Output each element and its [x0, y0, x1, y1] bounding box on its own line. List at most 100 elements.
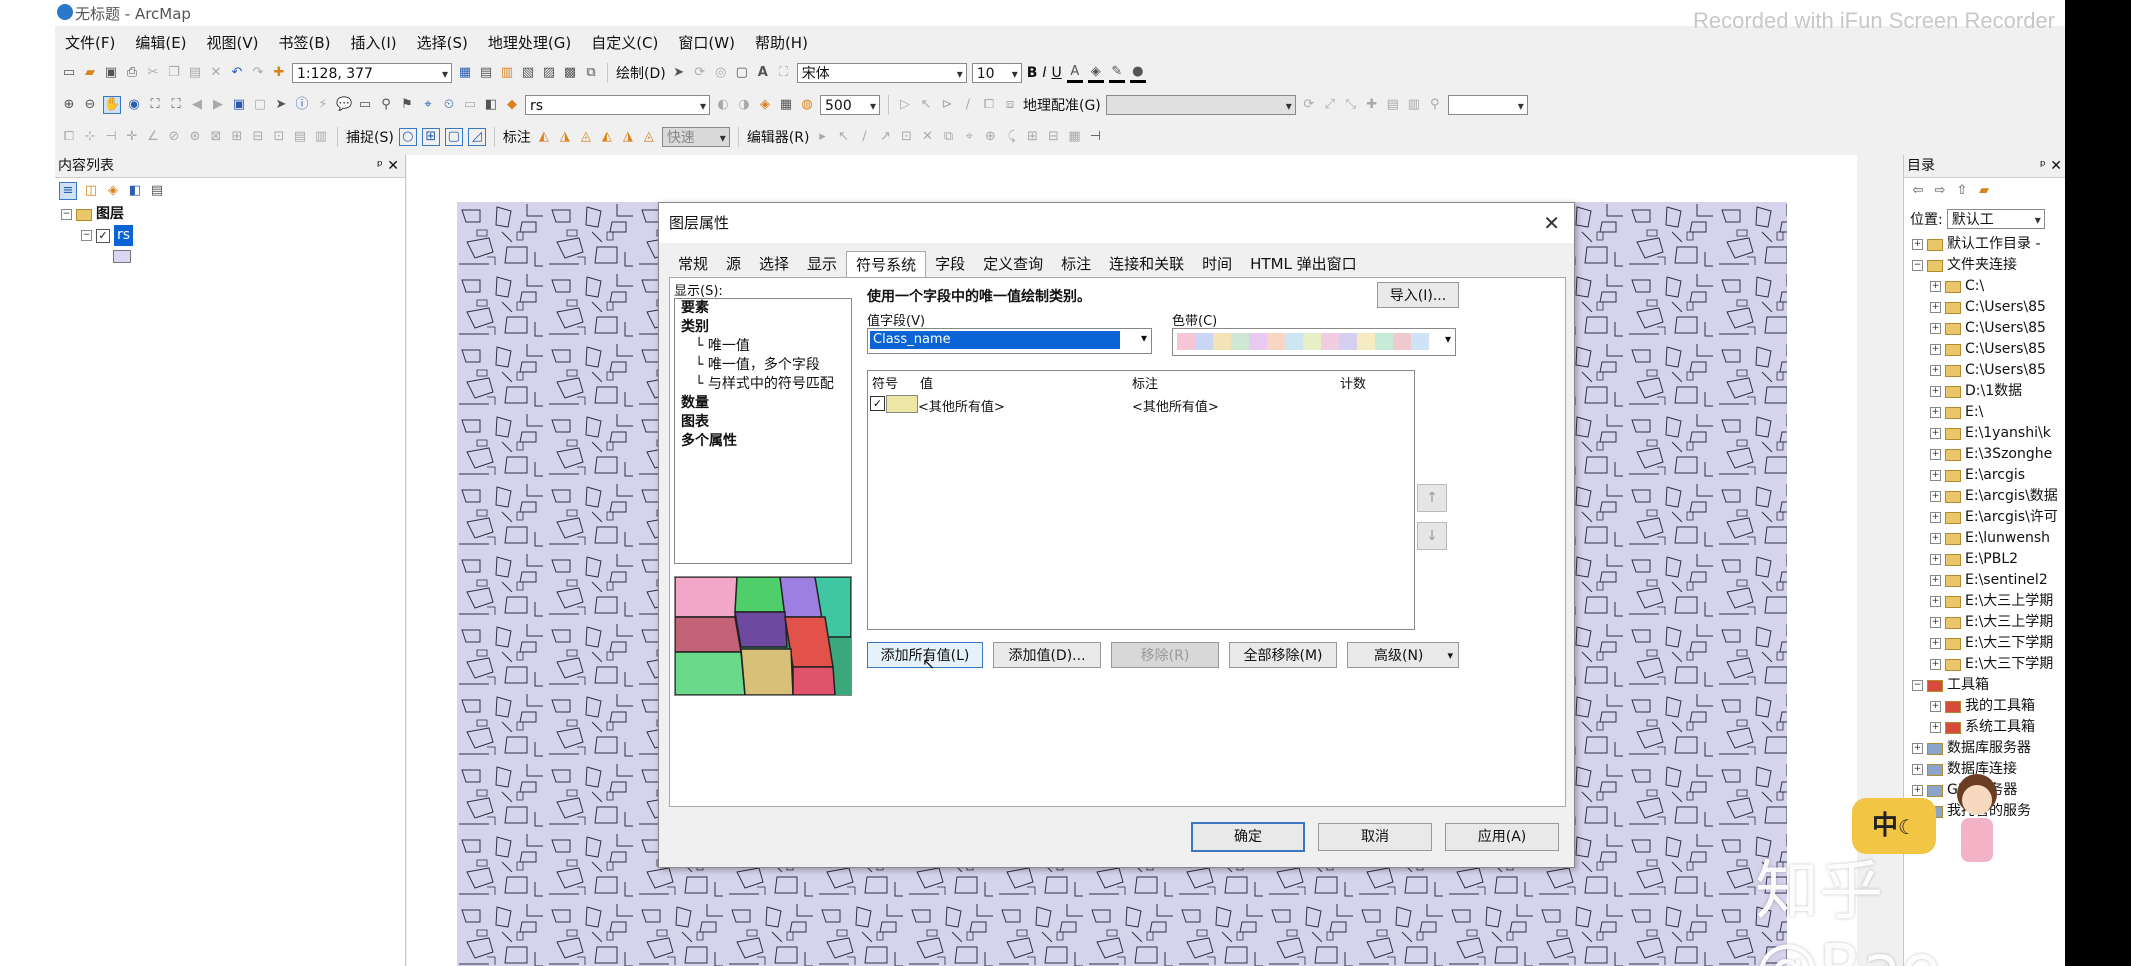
location-combo[interactable]: 默认工 [1946, 209, 2045, 230]
edit-tool-11-icon[interactable]: ⊡ [271, 129, 287, 145]
expand-toggle-icon[interactable]: + [1930, 470, 1941, 481]
html-popup-icon[interactable]: 💬 [336, 97, 352, 113]
georef-tool-5-icon[interactable]: ⧠ [981, 97, 997, 113]
tab-symbology[interactable]: 符号系统 [846, 251, 927, 277]
edit-tool-10-icon[interactable]: ⊟ [250, 129, 266, 145]
value-field-combo[interactable]: Class_name ▾ [867, 328, 1152, 354]
catalog-item[interactable]: + C:\Users\85 [1908, 360, 2065, 381]
edit-tool-6-icon[interactable]: ⊘ [166, 129, 182, 145]
tab-display[interactable]: 显示 [798, 251, 846, 277]
zoom-out-icon[interactable]: ⊖ [82, 97, 98, 113]
catalog-item[interactable]: − 文件夹连接 [1908, 255, 2065, 276]
quick-style-combo[interactable]: 快速 [661, 127, 730, 148]
print-icon[interactable]: ⎙ [124, 65, 140, 81]
fixed-zoom-out-icon[interactable]: ⛶ [168, 97, 184, 113]
menu-help[interactable]: 帮助(H) [755, 32, 808, 53]
add-control-points-icon[interactable]: ✚ [1364, 97, 1380, 113]
fill-color-icon[interactable]: ◈ [1087, 64, 1104, 83]
list-by-source-icon[interactable]: ◫ [83, 183, 99, 199]
resolution-icon[interactable]: ◍ [799, 97, 815, 113]
edit-tool-12-icon[interactable]: ▤ [292, 129, 308, 145]
editor-toolbar-icon[interactable]: ▦ [457, 65, 473, 81]
expand-toggle-icon[interactable]: + [1930, 617, 1941, 628]
italic-button[interactable]: I [1042, 65, 1046, 81]
catalog-item[interactable]: + 默认工作目录 - [1908, 234, 2065, 255]
toc-layers-root[interactable]: − 图层 [55, 204, 405, 225]
expand-toggle-icon[interactable]: + [1912, 239, 1923, 250]
georef-extra-field[interactable] [1447, 95, 1528, 116]
editor-tool-12-icon[interactable]: ⊟ [1045, 129, 1061, 145]
snapping-menu[interactable]: 捕捉(S) [346, 127, 394, 147]
clear-selection-icon[interactable]: ▢ [252, 97, 268, 113]
layer-icon[interactable]: ◆ [504, 97, 520, 113]
advanced-button[interactable]: 高级(N) ▾ [1347, 642, 1459, 668]
expand-toggle-icon[interactable]: + [1930, 302, 1941, 313]
list-by-visibility-icon[interactable]: ◈ [105, 183, 121, 199]
edit-tool-7-icon[interactable]: ⊛ [187, 129, 203, 145]
list-by-drawing-order-icon[interactable]: ≡ [59, 182, 77, 200]
menu-insert[interactable]: 插入(I) [351, 32, 397, 53]
layer-visibility-checkbox[interactable]: ✓ [96, 228, 110, 243]
catalog-back-icon[interactable]: ⇦ [1910, 183, 1926, 199]
labeling-menu[interactable]: 标注 [503, 127, 531, 147]
select-features-icon[interactable]: ▣ [231, 97, 247, 113]
tab-fields[interactable]: 字段 [926, 251, 974, 277]
tab-time[interactable]: 时间 [1193, 251, 1241, 277]
catalog-connect-folder-icon[interactable]: ▰ [1976, 183, 1992, 199]
toc-layer-name[interactable]: rs [114, 225, 134, 246]
toc-layer-symbol[interactable] [55, 246, 405, 267]
catalog-item[interactable]: + E:\1yanshi\k [1908, 423, 2065, 444]
menu-file[interactable]: 文件(F) [65, 32, 115, 53]
expand-toggle-icon[interactable]: + [1930, 491, 1941, 502]
expand-toggle-icon[interactable]: + [1930, 449, 1941, 460]
catalog-item[interactable]: + E:\arcgis\许可 [1908, 507, 2065, 528]
copy-icon[interactable]: ❐ [166, 65, 182, 81]
editor-tool-3-icon[interactable]: ∕ [856, 129, 872, 145]
font-color-icon[interactable]: A [1066, 64, 1083, 83]
renderer-tree-item[interactable]: └ 唯一值，多个字段 [675, 356, 851, 375]
catalog-item[interactable]: + C:\ [1908, 276, 2065, 297]
zoom-in-icon[interactable]: ⊕ [61, 97, 77, 113]
editor-tool-6-icon[interactable]: ✕ [919, 129, 935, 145]
expand-toggle-icon[interactable]: + [1930, 512, 1941, 523]
fixed-zoom-in-icon[interactable]: ⛶ [147, 97, 163, 113]
expand-toggle-icon[interactable]: + [1930, 575, 1941, 586]
marker-color-icon[interactable]: ● [1129, 64, 1146, 83]
editor-tool-13-icon[interactable]: ▦ [1066, 129, 1082, 145]
viewer-window-icon[interactable]: ▥ [1406, 97, 1422, 113]
georeferencing-menu[interactable]: 地理配准(G) [1023, 95, 1101, 115]
georef-layer-combo[interactable] [1105, 95, 1296, 116]
save-icon[interactable]: ▣ [103, 65, 119, 81]
underline-button[interactable]: U [1052, 65, 1062, 81]
move-up-button[interactable]: ↑ [1417, 484, 1447, 512]
editor-tool-4-icon[interactable]: ↗ [877, 129, 893, 145]
editor-tool-11-icon[interactable]: ⊞ [1024, 129, 1040, 145]
catalog-item[interactable]: + E:\PBL2 [1908, 549, 2065, 570]
expand-toggle-icon[interactable]: + [1930, 386, 1941, 397]
identify-icon[interactable]: ⓘ [294, 97, 310, 113]
col-symbol[interactable]: 符号 [872, 373, 898, 392]
georef-tool-2-icon[interactable]: ↖ [918, 97, 934, 113]
close-icon[interactable]: ✕ [1543, 203, 1560, 243]
scale-combo[interactable]: 1:128, 377 [292, 63, 452, 84]
expand-toggle-icon[interactable]: + [1930, 596, 1941, 607]
expand-toggle-icon[interactable]: + [1912, 743, 1923, 754]
menu-bookmarks[interactable]: 书签(B) [279, 32, 331, 53]
expand-toggle-icon[interactable]: + [1930, 722, 1941, 733]
text-icon[interactable]: A [755, 65, 771, 81]
expand-toggle-icon[interactable]: + [1912, 764, 1923, 775]
catalog-item[interactable]: + E:\arcgis\数据 [1908, 486, 2065, 507]
font-size-combo[interactable]: 10 [971, 63, 1022, 84]
label-priority-icon[interactable]: ◬ [578, 129, 594, 145]
search-window-icon[interactable]: ▧ [520, 65, 536, 81]
edit-tool-3-icon[interactable]: ⊣ [103, 129, 119, 145]
remove-button[interactable]: 移除(R) [1111, 642, 1219, 668]
row-visible-checkbox[interactable]: ✓ [870, 396, 885, 411]
catalog-item[interactable]: + E:\3Szonghe [1908, 444, 2065, 465]
tab-labels[interactable]: 标注 [1052, 251, 1100, 277]
catalog-window-icon[interactable]: ▥ [499, 65, 515, 81]
modelbuilder-icon[interactable]: ⧉ [583, 65, 599, 81]
image-analysis-icon[interactable]: ◧ [483, 97, 499, 113]
editor-tool-7-icon[interactable]: ⧉ [940, 129, 956, 145]
menu-customize[interactable]: 自定义(C) [591, 32, 658, 53]
